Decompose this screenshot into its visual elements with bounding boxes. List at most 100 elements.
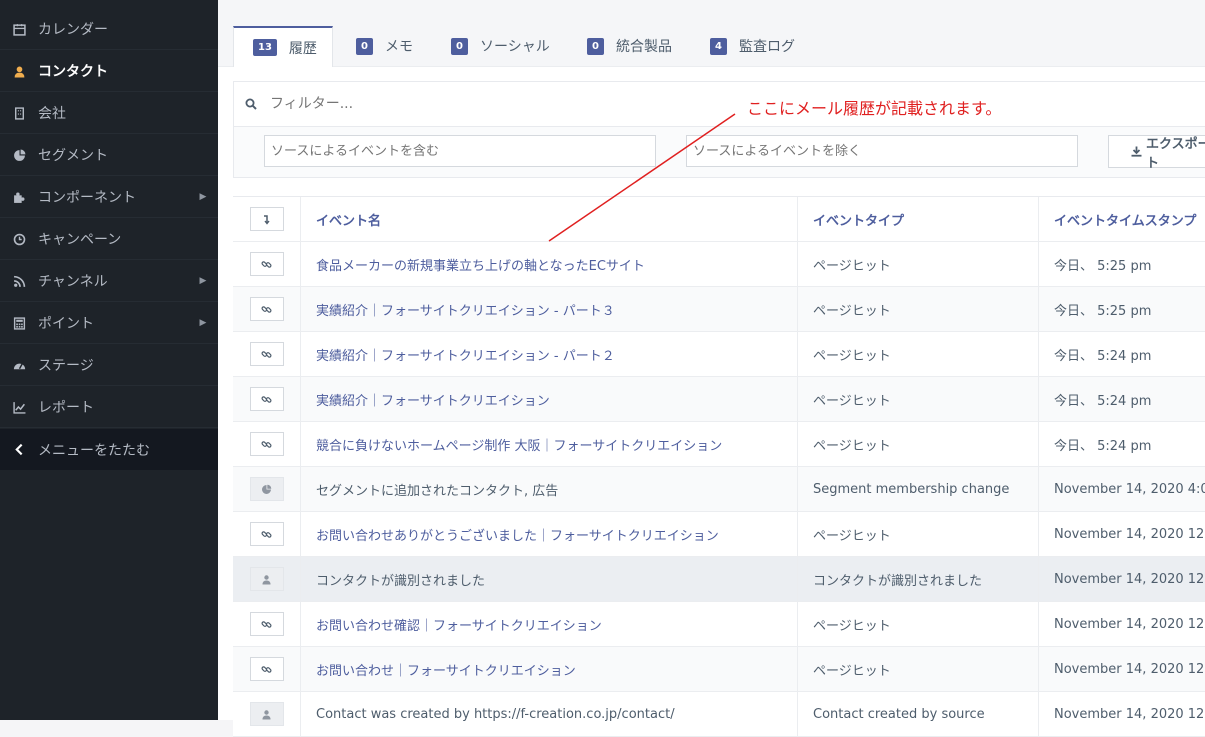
event-timestamp: 今日、 5:25 pm [1054, 258, 1152, 274]
table-row[interactable]: 競合に負けないホームページ制作 大阪｜フォーサイトクリエイション ページヒット 今日… [233, 422, 1205, 467]
link-icon [261, 440, 272, 448]
row-action-button[interactable] [249, 567, 284, 591]
sidebar-item-segments[interactable]: セグメント [0, 135, 218, 176]
sidebar-item-label: カレンダー [38, 22, 108, 38]
row-action-button[interactable] [249, 522, 284, 546]
link-icon [261, 395, 272, 403]
header-toggle-cell [233, 197, 301, 241]
table-header-row: イベント名 イベントタイプ イベントタイムスタンプ [233, 197, 1205, 242]
row-action-button[interactable] [249, 252, 284, 276]
event-name[interactable]: お問い合わせ｜フォーサイトクリエイション [301, 647, 798, 691]
sidebar-item-companies[interactable]: 会社 [0, 93, 218, 134]
event-name[interactable]: 食品メーカーの新規事業立ち上げの軸となったECサイト [301, 242, 798, 286]
row-action-button[interactable] [249, 657, 284, 681]
row-action-button[interactable] [249, 432, 284, 456]
tab-label: ソーシャル [479, 39, 550, 55]
table-row[interactable]: お問い合わせありがとうございました｜フォーサイトクリエイション ページヒット Nov… [233, 512, 1205, 557]
include-source-input[interactable] [264, 135, 656, 167]
event-name[interactable]: 実績紹介｜フォーサイトクリエイション - パート２ [301, 332, 798, 376]
sidebar-item-calendar[interactable]: カレンダー [0, 9, 218, 50]
user-icon [262, 574, 271, 584]
event-timestamp: November 14, 2020 12:18 pm [1054, 526, 1205, 542]
sort-toggle-button[interactable] [249, 207, 284, 231]
building-icon [0, 106, 38, 120]
row-action-button[interactable] [249, 702, 284, 726]
download-icon [1131, 146, 1142, 157]
sidebar-item-campaigns[interactable]: キャンペーン [0, 219, 218, 260]
row-action-button[interactable] [249, 342, 284, 366]
sidebar-item-points[interactable]: ポイント ▶ [0, 303, 218, 344]
sidebar-item-stages[interactable]: ステージ [0, 345, 218, 386]
line-chart-icon [0, 401, 38, 414]
table-row[interactable]: 実績紹介｜フォーサイトクリエイション - パート２ ページヒット 今日、 5:24 … [233, 332, 1205, 377]
table-row[interactable]: お問い合わせ確認｜フォーサイトクリエイション ページヒット November 14,… [233, 602, 1205, 647]
tab-notes[interactable]: 0 メモ [356, 26, 413, 66]
table-row[interactable]: 食品メーカーの新規事業立ち上げの軸となったECサイト ページヒット 今日、 5:25… [233, 242, 1205, 287]
tab-audit-log[interactable]: 4 監査ログ [710, 26, 795, 66]
tab-integrations[interactable]: 0 統合製品 [587, 26, 672, 66]
event-timestamp: 今日、 5:24 pm [1054, 348, 1152, 364]
event-name[interactable]: お問い合わせ確認｜フォーサイトクリエイション [301, 602, 798, 646]
event-name[interactable]: 競合に負けないホームページ制作 大阪｜フォーサイトクリエイション [301, 422, 798, 466]
event-type: ページヒット [798, 377, 1039, 421]
tab-history[interactable]: 13 履歴 [233, 26, 333, 67]
row-icon-cell [233, 422, 301, 466]
event-timestamp: 今日、 5:24 pm [1054, 393, 1152, 409]
event-type: ページヒット [798, 512, 1039, 556]
calendar-icon [0, 23, 38, 36]
table-row[interactable]: コンタクトが識別されました コンタクトが識別されました November 14, 2… [233, 557, 1205, 602]
event-name[interactable]: 実績紹介｜フォーサイトクリエイション - パート３ [301, 287, 798, 331]
sidebar-item-contacts[interactable]: コンタクト [0, 51, 218, 92]
exclude-source-input[interactable] [686, 135, 1078, 167]
header-event-name[interactable]: イベント名 [301, 197, 798, 241]
collapse-menu-button[interactable]: メニューをたたむ [0, 429, 218, 470]
filter-row [234, 82, 1205, 127]
table-row[interactable]: 実績紹介｜フォーサイトクリエイション - パート３ ページヒット 今日、 5:25 … [233, 287, 1205, 332]
event-timestamp: November 14, 2020 12:18 pm [1054, 706, 1205, 722]
table-row[interactable]: お問い合わせ｜フォーサイトクリエイション ページヒット November 14, 2… [233, 647, 1205, 692]
tab-social[interactable]: 0 ソーシャル [451, 26, 550, 66]
table-row[interactable]: セグメントに追加されたコンタクト, 広告 Segment membership c… [233, 467, 1205, 512]
rss-icon [0, 275, 38, 288]
event-name[interactable]: お問い合わせありがとうございました｜フォーサイトクリエイション [301, 512, 798, 556]
tab-bar: 13 履歴 0 メモ 0 ソーシャル 0 統合製品 4 監査ログ [218, 0, 1205, 67]
link-icon [261, 620, 272, 628]
main-content: 13 履歴 0 メモ 0 ソーシャル 0 統合製品 4 監査ログ エクスポート [218, 0, 1205, 737]
sidebar-item-components[interactable]: コンポーネント ▶ [0, 177, 218, 218]
link-icon [261, 665, 272, 673]
event-type: コンタクトが識別されました [798, 557, 1039, 601]
pie-chart-icon [262, 484, 272, 494]
row-action-button[interactable] [249, 297, 284, 321]
export-button[interactable]: エクスポート [1108, 135, 1205, 171]
event-name: Contact was created by https://f-creatio… [301, 692, 798, 736]
event-type: Contact created by source [798, 692, 1039, 736]
event-timestamp: November 14, 2020 4:00 pm [1054, 481, 1205, 497]
clock-icon [0, 233, 38, 246]
filter-panel: エクスポート [233, 81, 1205, 178]
sidebar-item-reports[interactable]: レポート [0, 387, 218, 428]
row-action-button[interactable] [249, 477, 284, 501]
count-badge: 0 [587, 37, 604, 55]
sidebar-item-label: ポイント [38, 316, 94, 332]
row-action-button[interactable] [249, 387, 284, 411]
header-event-type[interactable]: イベントタイプ [798, 197, 1039, 241]
row-icon-cell [233, 557, 301, 601]
row-action-button[interactable] [249, 612, 284, 636]
sidebar-item-channels[interactable]: チャンネル ▶ [0, 261, 218, 302]
row-icon-cell [233, 647, 301, 691]
row-icon-cell [233, 512, 301, 556]
event-timestamp: November 14, 2020 12:18 pm [1054, 616, 1205, 632]
link-icon [261, 350, 272, 358]
table-row[interactable]: Contact was created by https://f-creatio… [233, 692, 1205, 737]
event-name: コンタクトが識別されました [301, 557, 798, 601]
search-icon [234, 98, 268, 110]
event-type: ページヒット [798, 647, 1039, 691]
header-event-timestamp[interactable]: イベントタイムスタンプ [1039, 197, 1205, 241]
sidebar-item-label: ステージ [38, 358, 94, 374]
event-timestamp: 今日、 5:24 pm [1054, 438, 1152, 454]
pie-chart-icon [0, 149, 38, 162]
event-name[interactable]: 実績紹介｜フォーサイトクリエイション [301, 377, 798, 421]
table-row[interactable]: 実績紹介｜フォーサイトクリエイション ページヒット 今日、 5:24 pm [233, 377, 1205, 422]
link-icon [261, 530, 272, 538]
event-type: ページヒット [798, 242, 1039, 286]
